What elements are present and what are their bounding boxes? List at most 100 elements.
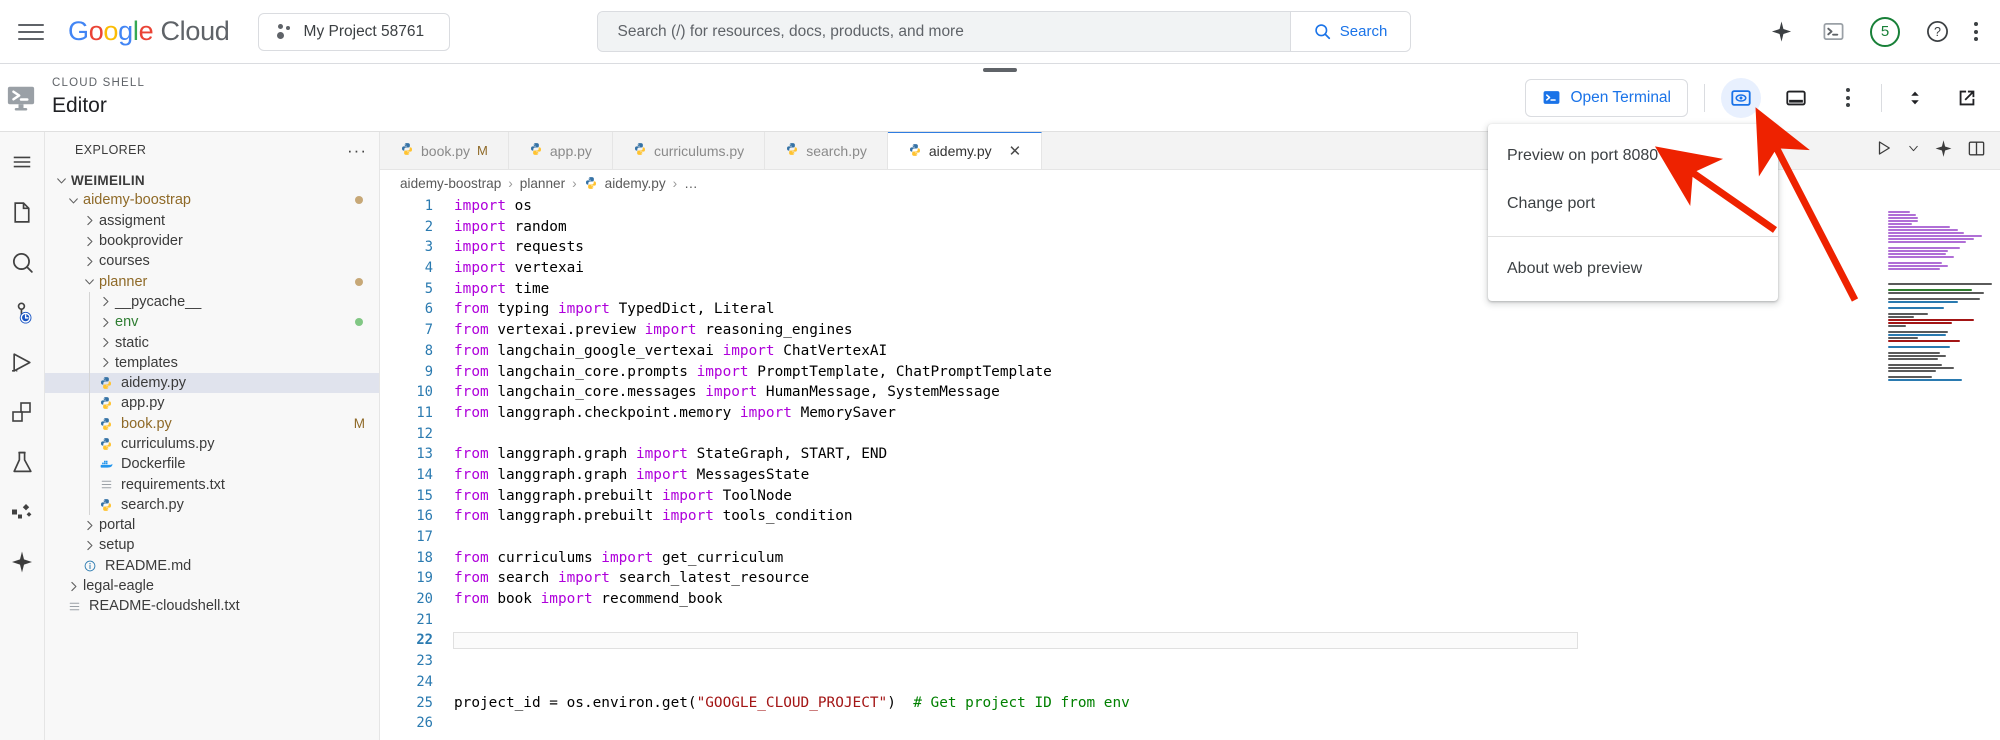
more-options-icon[interactable] (1974, 22, 1978, 41)
code-line[interactable]: 17 (380, 527, 2000, 548)
code-line[interactable]: 14from langgraph.graph import MessagesSt… (380, 465, 2000, 486)
tree-item-templates[interactable]: templates (45, 353, 379, 373)
gemini-sparkle-icon[interactable] (0, 538, 45, 586)
menu-item-about-web-preview[interactable]: About web preview (1488, 245, 1778, 293)
more-icon[interactable] (1831, 81, 1865, 115)
tree-item-dockerfile[interactable]: Dockerfile (45, 454, 379, 474)
tree-item-book-py[interactable]: book.pyM (45, 414, 379, 434)
search-icon[interactable] (0, 238, 45, 286)
chevron-right-icon[interactable] (97, 294, 113, 310)
code-line[interactable]: 15from langgraph.prebuilt import ToolNod… (380, 486, 2000, 507)
source-control-icon[interactable] (0, 288, 45, 336)
editor-tab-app-py[interactable]: app.py (509, 132, 613, 169)
tree-item-app-py[interactable]: app.py (45, 393, 379, 413)
chevron-right-icon[interactable] (81, 233, 97, 249)
help-icon[interactable]: ? (1922, 17, 1952, 47)
chevron-right-icon[interactable] (97, 314, 113, 330)
chevron-right-icon[interactable] (97, 355, 113, 371)
tree-item-readme-cloudshell-txt[interactable]: README-cloudshell.txt (45, 596, 379, 616)
code-line[interactable]: 18from curriculums import get_curriculum (380, 548, 2000, 569)
menu-item-preview-on-port-8080[interactable]: Preview on port 8080 (1488, 132, 1778, 180)
tree-item-legal-eagle[interactable]: legal-eagle (45, 576, 379, 596)
code-line[interactable]: 9from langchain_core.prompts import Prom… (380, 362, 2000, 383)
open-new-window-icon[interactable] (1950, 81, 1984, 115)
breadcrumb-item[interactable]: aidemy-boostrap (400, 176, 501, 191)
global-search[interactable]: Search (597, 11, 1411, 52)
chevron-down-icon[interactable] (81, 274, 97, 290)
inline-input-widget[interactable] (453, 632, 1578, 649)
code-line[interactable]: 23 (380, 651, 2000, 672)
tree-item-courses[interactable]: courses (45, 251, 379, 271)
breadcrumb-item[interactable]: planner (520, 176, 565, 191)
tree-item-static[interactable]: static (45, 332, 379, 352)
close-icon[interactable]: ✕ (1009, 142, 1022, 160)
open-terminal-button[interactable]: Open Terminal (1525, 79, 1688, 117)
search-input[interactable] (598, 12, 1290, 51)
tree-item-readme-md[interactable]: README.md (45, 556, 379, 576)
explorer-more-icon[interactable]: ··· (347, 142, 367, 159)
code-line[interactable]: 13from langgraph.graph import StateGraph… (380, 444, 2000, 465)
tree-item-aidemy-boostrap[interactable]: aidemy-boostrap (45, 190, 379, 210)
gemini-sparkle-icon[interactable] (1934, 139, 1953, 163)
code-line[interactable]: 19from search import search_latest_resou… (380, 568, 2000, 589)
tree-item-planner[interactable]: planner (45, 271, 379, 291)
toggle-terminal-panel-icon[interactable] (1779, 81, 1813, 115)
chevron-right-icon[interactable] (81, 213, 97, 229)
tree-item-search-py[interactable]: search.py (45, 495, 379, 515)
editor-tab-book-py[interactable]: book.pyM (380, 132, 509, 169)
project-selector[interactable]: My Project 58761 (258, 13, 450, 51)
chevron-right-icon[interactable] (65, 578, 81, 594)
chevron-right-icon[interactable] (81, 517, 97, 533)
code-line[interactable]: 7from vertexai.preview import reasoning_… (380, 320, 2000, 341)
tree-item-env[interactable]: env (45, 312, 379, 332)
notifications-badge[interactable]: 5 (1870, 17, 1900, 47)
gemini-sparkle-icon[interactable] (1766, 17, 1796, 47)
editor-tab-aidemy-py[interactable]: aidemy.py✕ (888, 132, 1042, 169)
menu-icon[interactable] (0, 138, 45, 186)
code-line[interactable]: 24 (380, 672, 2000, 693)
chevron-down-icon[interactable] (1907, 142, 1920, 160)
tree-item-setup[interactable]: setup (45, 535, 379, 555)
code-line[interactable]: 26 (380, 713, 2000, 734)
chevron-down-icon[interactable] (53, 172, 69, 188)
editor-tab-curriculums-py[interactable]: curriculums.py (613, 132, 765, 169)
code-line[interactable]: 11from langgraph.checkpoint.memory impor… (380, 403, 2000, 424)
search-button[interactable]: Search (1290, 12, 1410, 51)
chevron-right-icon[interactable] (81, 253, 97, 269)
code-line[interactable]: 6from typing import TypedDict, Literal (380, 299, 2000, 320)
breadcrumb-item[interactable]: aidemy.py (605, 176, 666, 191)
breadcrumb-item[interactable]: … (684, 176, 698, 191)
code-line[interactable]: 16from langgraph.prebuilt import tools_c… (380, 506, 2000, 527)
tree-item-curriculums-py[interactable]: curriculums.py (45, 434, 379, 454)
split-editor-icon[interactable] (1967, 139, 1986, 163)
minimap[interactable] (1882, 196, 2000, 740)
cloud-code-icon[interactable] (0, 488, 45, 536)
testing-flask-icon[interactable] (0, 438, 45, 486)
extensions-icon[interactable] (0, 388, 45, 436)
web-preview-icon[interactable] (1721, 78, 1761, 118)
tree-item--pycache-[interactable]: __pycache__ (45, 292, 379, 312)
code-line[interactable]: 21 (380, 610, 2000, 631)
code-line[interactable]: 8from langchain_google_vertexai import C… (380, 341, 2000, 362)
code-line[interactable]: 10from langchain_core.messages import Hu… (380, 382, 2000, 403)
google-cloud-logo[interactable]: Google Cloud (68, 16, 230, 47)
tree-item-weimeilin[interactable]: WEIMEILIN (45, 170, 379, 190)
cloud-shell-icon[interactable] (1818, 17, 1848, 47)
code-line[interactable]: 25project_id = os.environ.get("GOOGLE_CL… (380, 693, 2000, 714)
navigation-menu-icon[interactable] (18, 22, 44, 42)
code-line[interactable]: 12 (380, 424, 2000, 445)
tree-item-bookprovider[interactable]: bookprovider (45, 231, 379, 251)
editor-tab-search-py[interactable]: search.py (765, 132, 888, 169)
tree-item-assigment[interactable]: assigment (45, 211, 379, 231)
tree-item-portal[interactable]: portal (45, 515, 379, 535)
tree-item-aidemy-py[interactable]: aidemy.py (45, 373, 379, 393)
tree-item-requirements-txt[interactable]: requirements.txt (45, 474, 379, 494)
expand-collapse-icon[interactable] (1898, 81, 1932, 115)
chevron-down-icon[interactable] (65, 192, 81, 208)
chevron-right-icon[interactable] (97, 335, 113, 351)
run-python-file-icon[interactable] (1875, 139, 1893, 162)
explorer-icon[interactable] (0, 188, 45, 236)
chevron-right-icon[interactable] (81, 537, 97, 553)
menu-item-change-port[interactable]: Change port (1488, 180, 1778, 228)
run-and-debug-icon[interactable] (0, 338, 45, 386)
